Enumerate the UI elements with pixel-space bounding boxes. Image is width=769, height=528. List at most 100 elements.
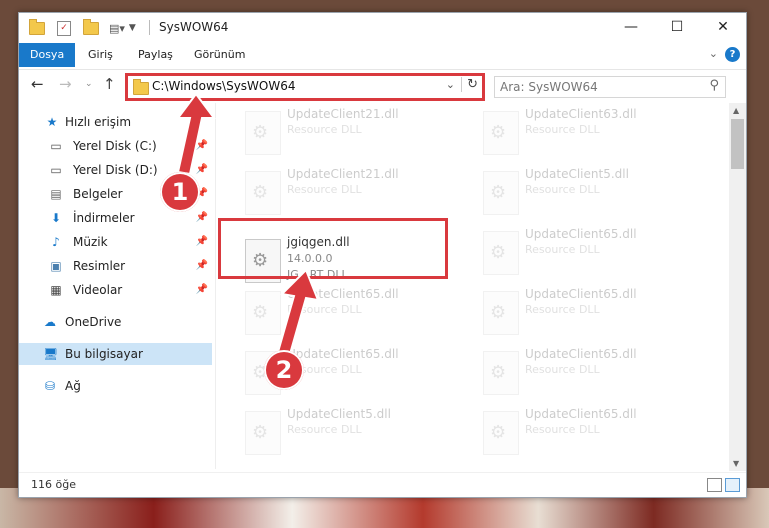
file-name: UpdateClient21.dll xyxy=(287,167,399,181)
nav-label: Belgeler xyxy=(73,187,123,201)
nav-item-pictures[interactable]: ▣ Resimler 📌 xyxy=(19,255,212,277)
nav-label: Ağ xyxy=(65,379,81,393)
nav-this-pc[interactable]: 🖥 Bu bilgisayar xyxy=(19,343,212,365)
details-view-icon[interactable] xyxy=(707,478,722,492)
customize-icon[interactable]: ▤▾ xyxy=(109,22,125,35)
file-item[interactable]: UpdateClient65.dll Resource DLL xyxy=(477,225,702,277)
file-name: UpdateClient65.dll xyxy=(525,407,637,421)
recent-locations-icon[interactable]: ⌄ xyxy=(85,79,93,89)
file-item[interactable]: UpdateClient65.dll Resource DLL xyxy=(477,285,702,337)
file-item[interactable]: UpdateClient21.dll Resource DLL xyxy=(239,105,464,157)
nav-item-local-disk-c[interactable]: ▭ Yerel Disk (C:) 📌 xyxy=(19,135,212,157)
nav-label: OneDrive xyxy=(65,315,122,329)
close-button[interactable]: ✕ xyxy=(700,13,746,41)
file-item[interactable]: UpdateClient63.dll Resource DLL xyxy=(477,105,702,157)
file-description: Resource DLL xyxy=(525,243,600,256)
properties-icon[interactable]: ✓ xyxy=(57,20,71,36)
address-path[interactable]: C:\Windows\SysWOW64 xyxy=(152,79,296,93)
dll-file-icon xyxy=(245,291,281,335)
dll-file-icon xyxy=(483,171,519,215)
nav-label: İndirmeler xyxy=(73,211,135,225)
dll-file-icon xyxy=(245,411,281,455)
back-arrow-icon[interactable]: ← xyxy=(31,75,44,93)
tab-gorunum[interactable]: Görünüm xyxy=(183,43,256,67)
ribbon-tabs: Dosya Giriş Paylaş Görünüm ⌄ ? xyxy=(19,43,746,67)
nav-network[interactable]: ⛁ Ağ xyxy=(19,375,212,397)
scroll-up-icon[interactable]: ▲ xyxy=(733,106,739,115)
vertical-scrollbar[interactable]: ▲ ▼ xyxy=(729,103,746,471)
pin-icon[interactable]: 📌 xyxy=(196,231,208,253)
up-arrow-icon[interactable]: ↑ xyxy=(103,75,116,93)
window-title: SysWOW64 xyxy=(159,20,229,34)
help-icon[interactable]: ? xyxy=(725,47,740,62)
dll-file-icon xyxy=(483,231,519,275)
tab-dosya[interactable]: Dosya xyxy=(19,43,76,67)
maximize-button[interactable]: ☐ xyxy=(654,13,700,41)
large-icons-view-icon[interactable] xyxy=(725,478,740,492)
file-description: Resource DLL xyxy=(525,303,600,316)
file-item[interactable]: UpdateClient65.dll Resource DLL xyxy=(477,405,702,457)
folder-icon xyxy=(29,18,45,35)
nav-item-videos[interactable]: ▦ Videolar 📌 xyxy=(19,279,212,301)
file-name: UpdateClient5.dll xyxy=(525,167,629,181)
nav-item-music[interactable]: ♪ Müzik 📌 xyxy=(19,231,212,253)
nav-quick-access[interactable]: ★ Hızlı erişim xyxy=(19,111,212,133)
refresh-icon[interactable]: ↻ xyxy=(461,77,478,92)
tab-paylas[interactable]: Paylaş xyxy=(127,43,184,67)
qa-dropdown-icon[interactable]: ▼ xyxy=(129,23,136,33)
dll-file-icon xyxy=(245,111,281,155)
file-item[interactable]: UpdateClient21.dll Resource DLL xyxy=(239,165,464,217)
file-description: Resource DLL xyxy=(525,123,600,136)
minimize-button[interactable]: — xyxy=(608,13,654,41)
file-name: UpdateClient21.dll xyxy=(287,107,399,121)
search-placeholder: Ara: SysWOW64 xyxy=(500,80,598,94)
pin-icon[interactable]: 📌 xyxy=(196,255,208,277)
search-icon[interactable]: ⚲ xyxy=(709,78,719,93)
search-input[interactable]: Ara: SysWOW64 ⚲ xyxy=(494,76,726,98)
dll-file-icon xyxy=(245,171,281,215)
nav-label: Yerel Disk (D:) xyxy=(73,163,158,177)
nav-label: Yerel Disk (C:) xyxy=(73,139,157,153)
nav-label: Müzik xyxy=(73,235,108,249)
drive-icon: ▭ xyxy=(50,139,62,153)
step-1-badge: 1 xyxy=(160,172,200,212)
dll-file-icon xyxy=(483,111,519,155)
pin-icon[interactable]: 📌 xyxy=(196,159,208,181)
highlight-box xyxy=(218,218,448,279)
file-item[interactable]: UpdateClient65.dll Resource DLL xyxy=(477,345,702,397)
title-bar: ✓ ▤▾ ▼ SysWOW64 — ☐ ✕ xyxy=(19,13,746,43)
file-list: UpdateClient21.dll Resource DLL UpdateCl… xyxy=(217,101,729,471)
file-name: UpdateClient65.dll xyxy=(525,227,637,241)
dll-file-icon xyxy=(483,351,519,395)
nav-label: Resimler xyxy=(73,259,126,273)
document-icon: ▤ xyxy=(50,187,62,201)
new-folder-icon[interactable] xyxy=(83,18,99,35)
drive-icon: ▭ xyxy=(50,163,62,177)
nav-label: Hızlı erişim xyxy=(65,115,132,129)
file-description: Resource DLL xyxy=(525,423,600,436)
folder-icon xyxy=(133,79,149,95)
download-icon: ⬇ xyxy=(50,211,62,225)
address-bar[interactable]: C:\Windows\SysWOW64 ⌄ ↻ xyxy=(125,73,485,101)
navigation-pane: ★ Hızlı erişim ▭ Yerel Disk (C:) 📌 ▭ Yer… xyxy=(19,103,214,469)
scroll-thumb[interactable] xyxy=(731,119,744,169)
file-name: UpdateClient65.dll xyxy=(287,347,399,361)
file-name: UpdateClient65.dll xyxy=(525,287,637,301)
chevron-down-icon[interactable]: ⌄ xyxy=(709,47,718,60)
file-item[interactable]: UpdateClient5.dll Resource DLL xyxy=(477,165,702,217)
pin-icon[interactable]: 📌 xyxy=(196,207,208,229)
nav-label: Bu bilgisayar xyxy=(65,347,143,361)
title-separator xyxy=(149,20,150,35)
file-item[interactable]: UpdateClient65.dll Resource DLL xyxy=(239,285,464,337)
file-item[interactable]: UpdateClient5.dll Resource DLL xyxy=(239,405,464,457)
pin-icon[interactable]: 📌 xyxy=(196,279,208,301)
chevron-down-icon[interactable]: ⌄ xyxy=(446,78,455,91)
nav-onedrive[interactable]: ☁ OneDrive xyxy=(19,311,212,333)
pin-icon[interactable]: 📌 xyxy=(196,135,208,157)
pane-divider[interactable] xyxy=(215,103,216,469)
tab-giris[interactable]: Giriş xyxy=(77,43,124,67)
file-name: UpdateClient63.dll xyxy=(525,107,637,121)
scroll-down-icon[interactable]: ▼ xyxy=(733,459,739,468)
file-name: UpdateClient65.dll xyxy=(525,347,637,361)
forward-arrow-icon[interactable]: → xyxy=(59,75,72,93)
